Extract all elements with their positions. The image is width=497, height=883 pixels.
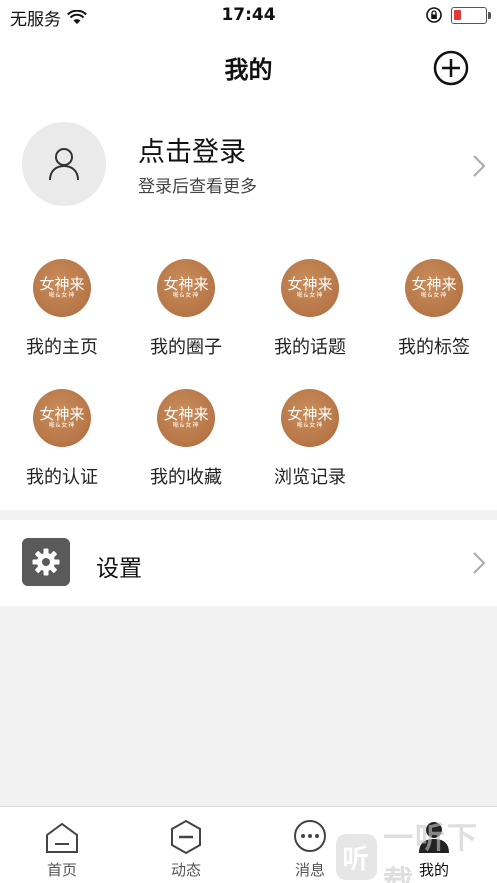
settings-label: 设置 — [96, 556, 142, 582]
page-title: 我的 — [224, 56, 273, 84]
watermark-logo-icon: 听 — [336, 834, 377, 880]
chevron-right-icon — [473, 155, 486, 177]
message-icon — [294, 820, 326, 852]
nav-bar: 我的 — [0, 32, 497, 102]
app-logo-icon: 女神来 啪&女神 — [281, 259, 339, 317]
grid-item-history[interactable]: 女神来 啪&女神 浏览记录 — [248, 360, 372, 488]
logo-text: 女神来 — [287, 405, 333, 423]
status-time: 17:44 — [221, 5, 276, 25]
feature-grid: 女神来 啪&女神 我的主页 女神来 啪&女神 我的圈子 女神来 啪&女神 我的话… — [0, 230, 497, 510]
grid-item-verification[interactable]: 女神来 啪&女神 我的认证 — [0, 360, 124, 488]
avatar[interactable] — [22, 122, 106, 206]
logo-text: 女神来 — [163, 275, 209, 293]
tab-label: 首页 — [46, 861, 77, 879]
settings-icon-box — [22, 538, 70, 586]
login-title[interactable]: 点击登录 — [138, 130, 246, 169]
chevron-right-icon — [473, 552, 486, 574]
grid-item-label: 浏览记录 — [274, 467, 346, 488]
app-logo-icon: 女神来 啪&女神 — [281, 389, 339, 447]
grid-item-topics[interactable]: 女神来 啪&女神 我的话题 — [248, 230, 372, 358]
app-logo-icon: 女神来 啪&女神 — [33, 259, 91, 317]
grid-item-label: 我的主页 — [26, 337, 98, 358]
rotation-lock-icon — [426, 7, 442, 23]
logo-subtext: 啪&女神 — [172, 292, 200, 299]
grid-item-favorites[interactable]: 女神来 啪&女神 我的收藏 — [124, 360, 248, 488]
login-row[interactable]: 点击登录 登录后查看更多 — [0, 102, 497, 230]
logo-subtext: 啪&女神 — [296, 292, 324, 299]
grid-item-label: 我的话题 — [274, 337, 346, 358]
battery-level — [454, 9, 461, 20]
battery-icon — [451, 6, 491, 24]
app-logo-icon: 女神来 啪&女神 — [157, 389, 215, 447]
logo-text: 女神来 — [163, 405, 209, 423]
home-icon — [46, 822, 78, 853]
grid-item-tags[interactable]: 女神来 啪&女神 我的标签 — [372, 230, 496, 358]
user-icon — [49, 148, 79, 181]
logo-text: 女神来 — [39, 275, 85, 293]
login-subtitle: 登录后查看更多 — [138, 177, 257, 197]
grid-item-circles[interactable]: 女神来 啪&女神 我的圈子 — [124, 230, 248, 358]
settings-row[interactable]: 设置 — [0, 520, 497, 606]
grid-item-label: 我的收藏 — [150, 467, 222, 488]
app-logo-icon: 女神来 啪&女神 — [157, 259, 215, 317]
tab-label: 动态 — [170, 861, 201, 879]
dynamic-icon — [171, 819, 201, 855]
logo-text: 女神来 — [411, 275, 457, 293]
logo-subtext: 啪&女神 — [48, 292, 76, 299]
status-right — [425, 6, 491, 24]
grid-item-homepage[interactable]: 女神来 啪&女神 我的主页 — [0, 230, 124, 358]
logo-subtext: 啪&女神 — [420, 292, 448, 299]
app-logo-icon: 女神来 啪&女神 — [33, 389, 91, 447]
status-bar: 无服务 17:44 — [0, 0, 497, 32]
watermark: 听 一听下载 — [336, 821, 497, 883]
logo-subtext: 啪&女神 — [172, 422, 200, 429]
app-logo-icon: 女神来 啪&女神 — [405, 259, 463, 317]
logo-subtext: 啪&女神 — [48, 422, 76, 429]
tab-home[interactable]: 首页 — [0, 807, 124, 883]
tab-dynamic[interactable]: 动态 — [124, 807, 248, 883]
grid-item-label: 我的标签 — [398, 337, 470, 358]
logo-text: 女神来 — [287, 275, 333, 293]
logo-subtext: 啪&女神 — [296, 422, 324, 429]
gear-icon — [32, 548, 60, 576]
plus-circle-icon[interactable] — [433, 50, 469, 86]
grid-item-label: 我的圈子 — [150, 337, 222, 358]
grid-item-label: 我的认证 — [26, 467, 98, 488]
logo-text: 女神来 — [39, 405, 85, 423]
watermark-text: 一听下载 — [382, 821, 479, 883]
